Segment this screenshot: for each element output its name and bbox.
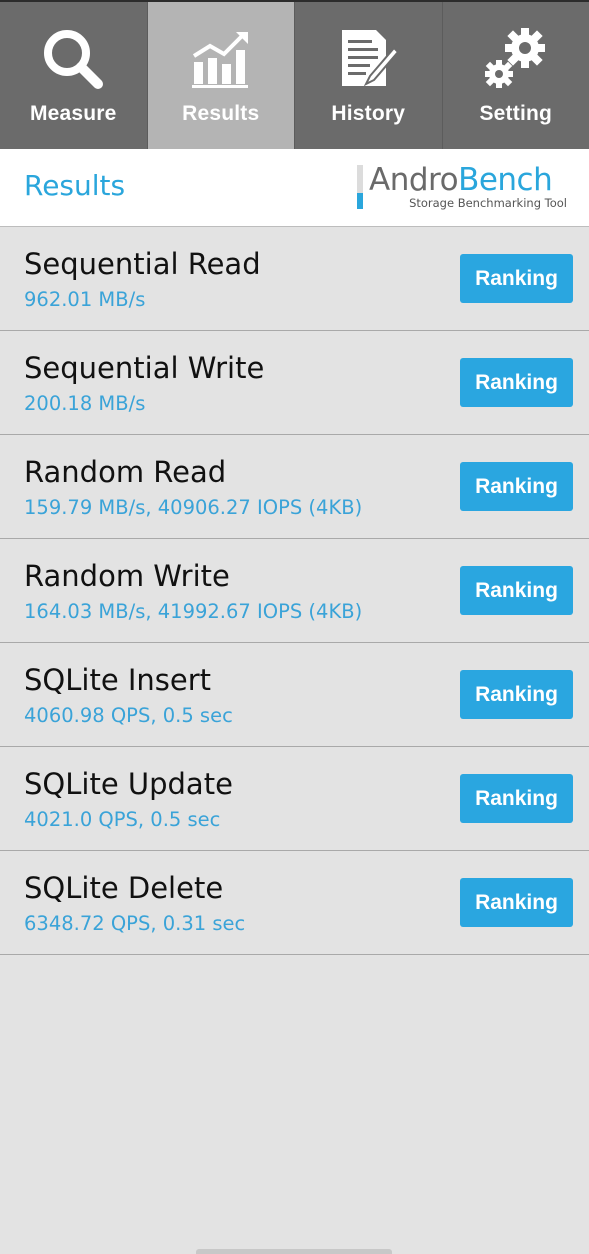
results-list: Sequential Read 962.01 MB/s Ranking Sequ… [0, 227, 589, 955]
result-row-sqlite-insert: SQLite Insert 4060.98 QPS, 0.5 sec Ranki… [0, 643, 589, 747]
ranking-button[interactable]: Ranking [460, 774, 573, 823]
result-name: SQLite Insert [24, 663, 212, 697]
result-name: SQLite Update [24, 767, 233, 801]
ranking-button[interactable]: Ranking [460, 358, 573, 407]
result-value: 159.79 MB/s, 40906.27 IOPS (4KB) [24, 496, 363, 519]
result-name: Random Read [24, 455, 227, 489]
result-value: 4021.0 QPS, 0.5 sec [24, 808, 221, 831]
home-indicator[interactable] [196, 1249, 392, 1254]
tab-label: Results [182, 102, 260, 125]
result-value: 4060.98 QPS, 0.5 sec [24, 704, 233, 727]
logo-tagline: Storage Benchmarking Tool [409, 196, 567, 210]
result-value: 164.03 MB/s, 41992.67 IOPS (4KB) [24, 600, 363, 623]
results-header: Results AndroBench Storage Benchmarking … [0, 149, 589, 227]
gears-icon [481, 24, 551, 94]
tab-bar: Measure Results History Setting [0, 0, 589, 149]
logo-name: AndroBench [369, 162, 553, 198]
ranking-button[interactable]: Ranking [460, 878, 573, 927]
tab-label: Setting [479, 102, 553, 125]
logo-name-part1: Andro [369, 162, 459, 198]
tab-results[interactable]: Results [147, 2, 295, 149]
chart-icon [186, 24, 256, 94]
androbench-logo: AndroBench Storage Benchmarking Tool [357, 162, 567, 211]
result-value: 6348.72 QPS, 0.31 sec [24, 912, 246, 935]
result-row-sqlite-delete: SQLite Delete 6348.72 QPS, 0.31 sec Rank… [0, 851, 589, 955]
ranking-button[interactable]: Ranking [460, 566, 573, 615]
result-row-sqlite-update: SQLite Update 4021.0 QPS, 0.5 sec Rankin… [0, 747, 589, 851]
result-row-sequential-read: Sequential Read 962.01 MB/s Ranking [0, 227, 589, 331]
magnifier-icon [38, 24, 108, 94]
tab-history[interactable]: History [295, 2, 443, 149]
result-name: Sequential Read [24, 247, 261, 281]
result-row-random-read: Random Read 159.79 MB/s, 40906.27 IOPS (… [0, 435, 589, 539]
page-title: Results [24, 169, 126, 202]
tab-label: Measure [29, 102, 117, 125]
ranking-button[interactable]: Ranking [460, 462, 573, 511]
tab-measure[interactable]: Measure [0, 2, 148, 149]
result-name: Random Write [24, 559, 230, 593]
tab-label: History [331, 102, 406, 125]
result-name: Sequential Write [24, 351, 265, 385]
tab-setting[interactable]: Setting [443, 2, 589, 149]
logo-bar-icon [357, 165, 363, 209]
result-row-random-write: Random Write 164.03 MB/s, 41992.67 IOPS … [0, 539, 589, 643]
document-pen-icon [333, 24, 403, 94]
result-name: SQLite Delete [24, 871, 224, 905]
result-value: 200.18 MB/s [24, 392, 146, 415]
result-value: 962.01 MB/s [24, 288, 146, 311]
logo-name-part2: Bench [458, 162, 553, 198]
ranking-button[interactable]: Ranking [460, 254, 573, 303]
result-row-sequential-write: Sequential Write 200.18 MB/s Ranking [0, 331, 589, 435]
ranking-button[interactable]: Ranking [460, 670, 573, 719]
